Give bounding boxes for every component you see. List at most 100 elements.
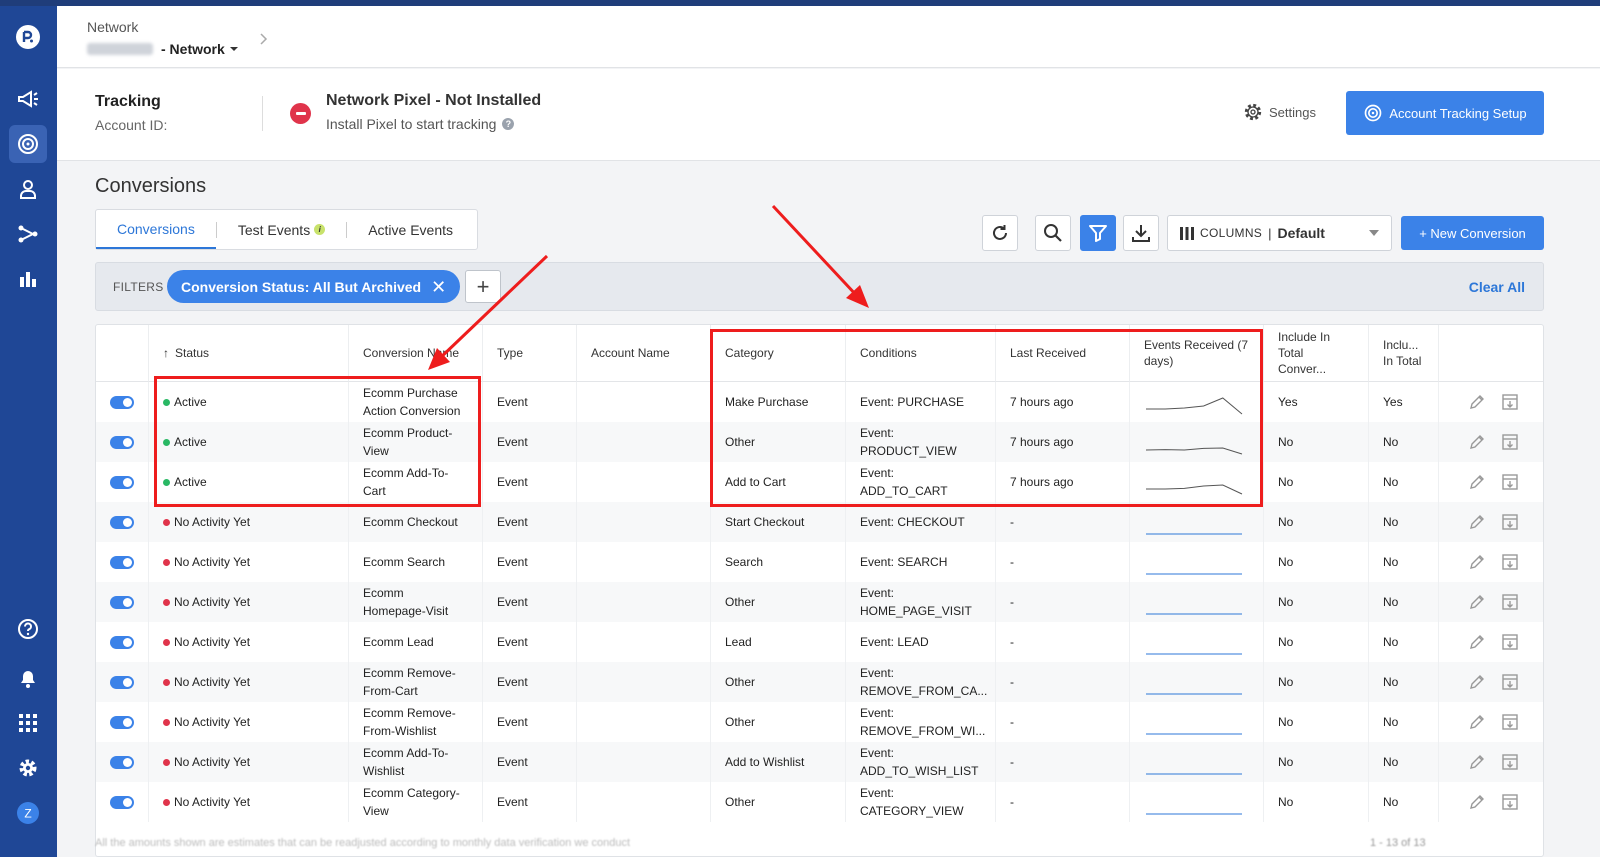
conversion-name-cell[interactable]: Ecomm Add-To-Cart bbox=[349, 462, 483, 502]
status-dot-icon bbox=[163, 438, 170, 446]
pencil-icon[interactable] bbox=[1469, 754, 1485, 770]
archive-icon[interactable] bbox=[1501, 673, 1519, 691]
pencil-icon[interactable] bbox=[1469, 634, 1485, 650]
avatar[interactable]: Z bbox=[9, 794, 47, 832]
header-last-received[interactable]: Last Received bbox=[996, 325, 1130, 382]
network-selector[interactable]: - Network bbox=[87, 41, 239, 57]
bell-icon[interactable] bbox=[9, 659, 47, 697]
header-include-total[interactable]: Inclu... In Total bbox=[1369, 325, 1439, 382]
megaphone-icon[interactable] bbox=[9, 80, 47, 118]
pencil-icon[interactable] bbox=[1469, 474, 1485, 490]
conditions-text: Event: HOME_PAGE_VISIT bbox=[860, 586, 972, 618]
download-button[interactable] bbox=[1123, 215, 1159, 251]
pencil-icon[interactable] bbox=[1469, 394, 1485, 410]
archive-icon[interactable] bbox=[1501, 473, 1519, 491]
header-include-conversions[interactable]: Include In Total Conver... bbox=[1264, 325, 1369, 382]
archive-icon[interactable] bbox=[1501, 593, 1519, 611]
bar-chart-icon[interactable] bbox=[9, 260, 47, 298]
pencil-icon[interactable] bbox=[1469, 674, 1485, 690]
add-filter-button[interactable]: + bbox=[465, 270, 501, 303]
archive-icon[interactable] bbox=[1501, 793, 1519, 811]
enable-toggle[interactable] bbox=[110, 795, 134, 809]
type-cell: Event bbox=[483, 422, 577, 462]
last-received-text: - bbox=[1010, 635, 1014, 649]
gear-icon[interactable] bbox=[9, 749, 47, 787]
user-icon[interactable] bbox=[9, 170, 47, 208]
enable-toggle[interactable] bbox=[110, 755, 134, 769]
archive-icon[interactable] bbox=[1501, 433, 1519, 451]
columns-selector[interactable]: COLUMNS | Default bbox=[1167, 215, 1392, 251]
archive-icon[interactable] bbox=[1501, 513, 1519, 531]
enable-toggle[interactable] bbox=[110, 675, 134, 689]
divider: | bbox=[1268, 225, 1272, 241]
conditions-text: Event: LEAD bbox=[860, 635, 929, 649]
enable-toggle[interactable] bbox=[110, 555, 134, 569]
new-conversion-button[interactable]: + New Conversion bbox=[1401, 216, 1544, 250]
search-button[interactable] bbox=[1035, 215, 1071, 251]
conversion-name-cell[interactable]: Ecomm Add-To-Wishlist bbox=[349, 742, 483, 782]
pencil-icon[interactable] bbox=[1469, 794, 1485, 810]
tab-conversions[interactable]: Conversions bbox=[96, 210, 216, 249]
account-tracking-setup-button[interactable]: Account Tracking Setup bbox=[1346, 91, 1544, 135]
conversion-name-cell[interactable]: Ecomm Homepage-Visit bbox=[349, 582, 483, 622]
conversion-name-cell[interactable]: Ecomm Lead bbox=[349, 622, 483, 662]
close-icon[interactable]: ✕ bbox=[431, 278, 446, 296]
tracking-target-icon[interactable] bbox=[9, 125, 47, 163]
archive-icon[interactable] bbox=[1501, 393, 1519, 411]
logo-icon[interactable] bbox=[9, 18, 47, 56]
pencil-icon[interactable] bbox=[1469, 514, 1485, 530]
enable-toggle[interactable] bbox=[110, 395, 134, 409]
enable-toggle[interactable] bbox=[110, 435, 134, 449]
actions-cell bbox=[1439, 622, 1543, 662]
conversion-name-cell[interactable]: Ecomm Purchase Action Conversion bbox=[349, 382, 483, 422]
archive-icon[interactable] bbox=[1501, 713, 1519, 731]
header-type[interactable]: Type bbox=[483, 325, 577, 382]
question-icon[interactable]: ? bbox=[502, 118, 515, 130]
download-icon bbox=[1132, 225, 1150, 242]
pencil-icon[interactable] bbox=[1469, 434, 1485, 450]
enable-toggle[interactable] bbox=[110, 475, 134, 489]
clear-all-link[interactable]: Clear All bbox=[1469, 279, 1525, 295]
enable-toggle[interactable] bbox=[110, 515, 134, 529]
enable-toggle[interactable] bbox=[110, 595, 134, 609]
include-total-cell: No bbox=[1369, 422, 1439, 462]
conditions-cell: Event: SEARCH bbox=[846, 542, 996, 582]
sparkline-line bbox=[1146, 397, 1243, 415]
conversion-name-cell[interactable]: Ecomm Product-View bbox=[349, 422, 483, 462]
refresh-button[interactable] bbox=[982, 215, 1018, 251]
include-total-text: No bbox=[1383, 715, 1399, 729]
header-events-7d[interactable]: Events Received (7 days) bbox=[1130, 325, 1264, 382]
conversion-name-cell[interactable]: Ecomm Category-View bbox=[349, 782, 483, 822]
archive-icon[interactable] bbox=[1501, 553, 1519, 571]
filter-chip[interactable]: Conversion Status: All But Archived ✕ bbox=[167, 270, 461, 303]
header-category[interactable]: Category bbox=[711, 325, 846, 382]
pencil-icon[interactable] bbox=[1469, 594, 1485, 610]
conversion-name-cell[interactable]: Ecomm Remove-From-Cart bbox=[349, 662, 483, 702]
pencil-icon[interactable] bbox=[1469, 554, 1485, 570]
header-conversion-name[interactable]: Conversion Name bbox=[349, 325, 483, 382]
archive-icon[interactable] bbox=[1501, 753, 1519, 771]
enable-toggle[interactable] bbox=[110, 635, 134, 649]
conversion-name-cell[interactable]: Ecomm Remove-From-Wishlist bbox=[349, 702, 483, 742]
apps-grid-icon[interactable] bbox=[9, 704, 47, 742]
conversion-name: Ecomm Checkout bbox=[363, 515, 458, 529]
type-cell: Event bbox=[483, 742, 577, 782]
conversion-name-cell[interactable]: Ecomm Search bbox=[349, 542, 483, 582]
settings-button[interactable]: Settings bbox=[1243, 102, 1316, 122]
pencil-icon[interactable] bbox=[1469, 714, 1485, 730]
tab-active-events[interactable]: Active Events bbox=[347, 210, 474, 249]
conversion-name-cell[interactable]: Ecomm Checkout bbox=[349, 502, 483, 542]
enable-toggle[interactable] bbox=[110, 715, 134, 729]
help-icon[interactable] bbox=[9, 610, 47, 648]
conditions-cell: Event: ADD_TO_WISH_LIST bbox=[846, 742, 996, 782]
pagination[interactable]: 1 - 13 of 13 bbox=[1370, 837, 1426, 849]
status-cell: No Activity Yet bbox=[149, 582, 349, 622]
header-status[interactable]: ↑ Status bbox=[149, 325, 349, 382]
filter-button[interactable] bbox=[1080, 215, 1116, 251]
archive-icon[interactable] bbox=[1501, 633, 1519, 651]
header-account-name[interactable]: Account Name bbox=[577, 325, 711, 382]
header-conditions[interactable]: Conditions bbox=[846, 325, 996, 382]
type-cell: Event bbox=[483, 702, 577, 742]
tab-test-events[interactable]: Test Events i bbox=[217, 210, 346, 249]
flow-icon[interactable] bbox=[9, 215, 47, 253]
